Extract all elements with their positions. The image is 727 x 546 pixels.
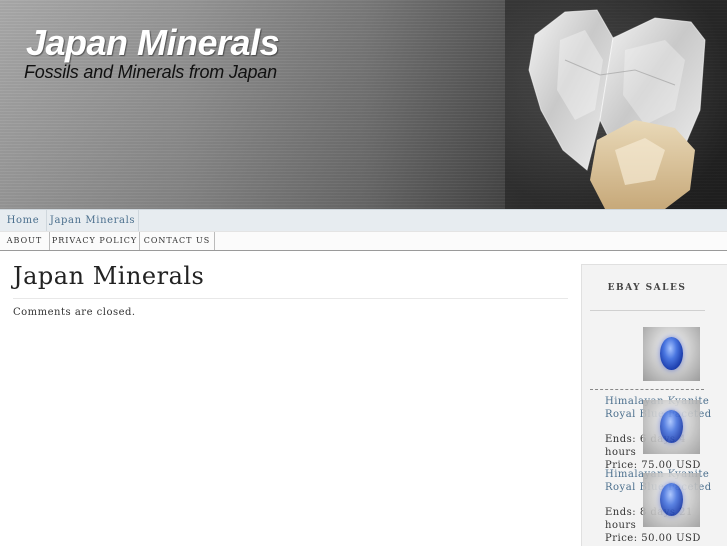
site-title[interactable]: Japan Minerals: [26, 22, 280, 64]
site-tagline: Fossils and Minerals from Japan: [24, 62, 277, 82]
title-divider: [13, 298, 568, 299]
listing-thumbnail[interactable]: [643, 327, 700, 381]
secondary-nav: ABOUT PRIVACY POLICY CONTACT US: [0, 231, 727, 251]
nav-about[interactable]: ABOUT: [0, 232, 50, 250]
listing-divider: [590, 389, 704, 390]
listing-thumbnail[interactable]: [643, 400, 700, 454]
nav-privacy-policy[interactable]: PRIVACY POLICY: [50, 232, 140, 250]
ebay-sales-heading: EBAY SALES: [607, 283, 687, 293]
sidebar-divider: [590, 310, 705, 311]
nav-japan-minerals[interactable]: Japan Minerals: [47, 210, 139, 232]
listing-price: Price: 50.00 USD: [605, 533, 701, 544]
site-header: Japan Minerals Fossils and Minerals from…: [0, 0, 727, 209]
page-title: Japan Minerals: [13, 262, 205, 290]
comments-closed-note: Comments are closed.: [13, 307, 136, 318]
quartz-crystal-image: [505, 0, 727, 209]
primary-nav: Home Japan Minerals: [0, 209, 727, 232]
listing-thumbnail[interactable]: [643, 473, 700, 527]
nav-contact-us[interactable]: CONTACT US: [140, 232, 215, 250]
nav-home[interactable]: Home: [0, 210, 47, 232]
